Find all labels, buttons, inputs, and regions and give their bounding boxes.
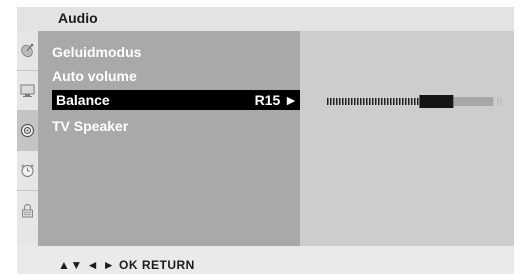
balance-tick bbox=[342, 98, 344, 105]
sidebar-item-audio[interactable] bbox=[17, 111, 38, 151]
menu-item-balance[interactable]: Balance R15 ► bbox=[52, 90, 300, 110]
balance-tick bbox=[375, 98, 377, 105]
detail-panel bbox=[300, 31, 514, 246]
category-sidebar bbox=[17, 31, 38, 246]
balance-slider[interactable] bbox=[327, 94, 503, 109]
balance-knob[interactable] bbox=[419, 95, 454, 108]
header-bar: Audio bbox=[17, 7, 514, 31]
balance-tick bbox=[333, 98, 335, 105]
balance-tick bbox=[354, 98, 356, 105]
balance-tick bbox=[390, 98, 392, 105]
balance-tick bbox=[414, 98, 416, 105]
balance-tick bbox=[345, 98, 347, 105]
audio-menu: Geluidmodus Auto volume Balance R15 ► TV… bbox=[38, 31, 300, 246]
balance-tick bbox=[327, 98, 329, 105]
balance-tick bbox=[336, 98, 338, 105]
navigation-hint: ▲▼ ◄ ► OK RETURN bbox=[58, 258, 195, 272]
balance-tick bbox=[384, 98, 386, 105]
balance-right-segment bbox=[453, 97, 494, 106]
balance-tick bbox=[399, 98, 401, 105]
menu-item-auto-volume[interactable]: Auto volume bbox=[52, 66, 137, 86]
menu-item-label: Auto volume bbox=[52, 68, 137, 84]
lock-icon bbox=[22, 203, 33, 218]
balance-tick bbox=[417, 98, 419, 105]
balance-tick bbox=[405, 98, 407, 105]
sidebar-item-picture[interactable] bbox=[17, 71, 38, 111]
balance-tick bbox=[387, 98, 389, 105]
balance-tick bbox=[411, 98, 413, 105]
menu-item-label: Geluidmodus bbox=[52, 44, 142, 60]
menu-item-tv-speaker[interactable]: TV Speaker bbox=[52, 116, 128, 136]
balance-tick bbox=[330, 98, 332, 105]
sidebar-item-lock[interactable] bbox=[17, 191, 38, 246]
balance-tick bbox=[393, 98, 395, 105]
menu-item-geluidmodus[interactable]: Geluidmodus bbox=[52, 42, 141, 62]
balance-tick bbox=[366, 98, 368, 105]
balance-tick bbox=[500, 98, 502, 105]
balance-value: R15 ► bbox=[254, 92, 298, 108]
balance-tick bbox=[378, 98, 380, 105]
balance-tick bbox=[360, 98, 362, 105]
sidebar-item-time[interactable] bbox=[17, 151, 38, 191]
balance-tick bbox=[339, 98, 341, 105]
clock-icon bbox=[21, 164, 34, 177]
sidebar-item-channel[interactable] bbox=[17, 31, 38, 71]
balance-tick bbox=[351, 98, 353, 105]
balance-tick bbox=[408, 98, 410, 105]
balance-tick bbox=[396, 98, 398, 105]
footer-bar: ▲▼ ◄ ► OK RETURN bbox=[17, 246, 514, 274]
monitor-icon bbox=[20, 84, 35, 97]
menu-item-label: Balance bbox=[56, 92, 110, 108]
balance-tick bbox=[381, 98, 383, 105]
page-title: Audio bbox=[58, 10, 98, 26]
menu-item-label: TV Speaker bbox=[52, 118, 129, 134]
balance-tick bbox=[369, 98, 371, 105]
balance-tick bbox=[348, 98, 350, 105]
balance-tick bbox=[402, 98, 404, 105]
balance-tick bbox=[357, 98, 359, 105]
speaker-icon bbox=[20, 123, 35, 138]
balance-tick bbox=[372, 98, 374, 105]
balance-tick bbox=[363, 98, 365, 105]
satellite-dish-icon bbox=[21, 43, 34, 58]
balance-tick bbox=[497, 98, 499, 105]
